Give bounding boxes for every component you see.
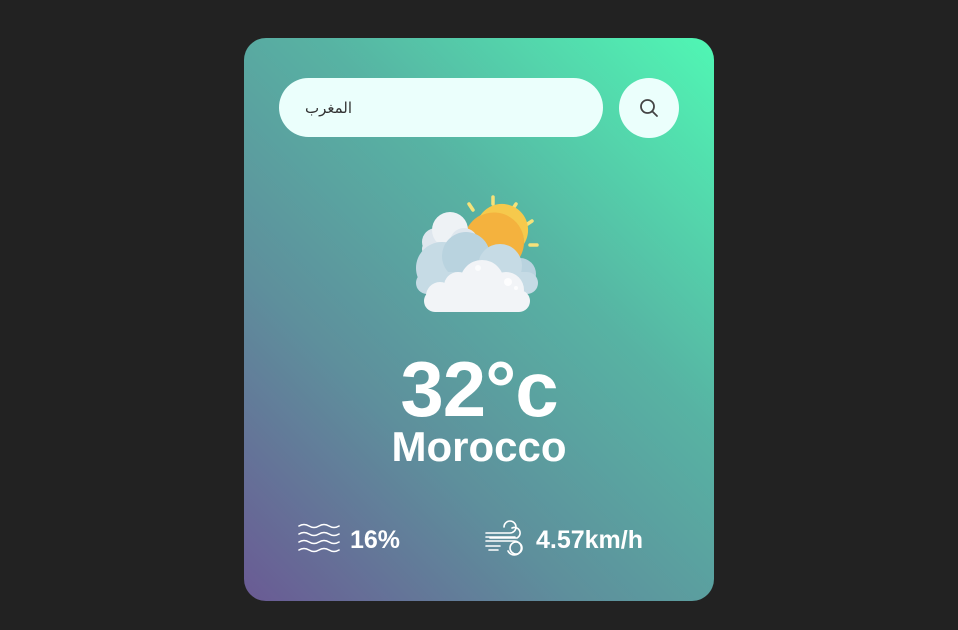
partly-cloudy-sun-icon bbox=[416, 195, 539, 312]
wind-speed-value: 4.57km/h bbox=[536, 525, 644, 554]
weather-card: 32°c Morocco 16% 4.57km/h bbox=[244, 38, 714, 601]
search-icon bbox=[640, 99, 658, 117]
temperature: 32°c bbox=[400, 345, 558, 433]
search-input[interactable] bbox=[305, 98, 577, 117]
wind-icon bbox=[485, 520, 523, 556]
humidity-detail: 16% bbox=[298, 520, 400, 560]
search-button[interactable] bbox=[619, 78, 679, 138]
humidity-waves-icon bbox=[298, 523, 340, 553]
search-bar bbox=[279, 78, 603, 137]
humidity-value: 16% bbox=[350, 525, 401, 554]
city-name: Morocco bbox=[391, 423, 567, 470]
wind-detail: 4.57km/h bbox=[484, 520, 643, 560]
